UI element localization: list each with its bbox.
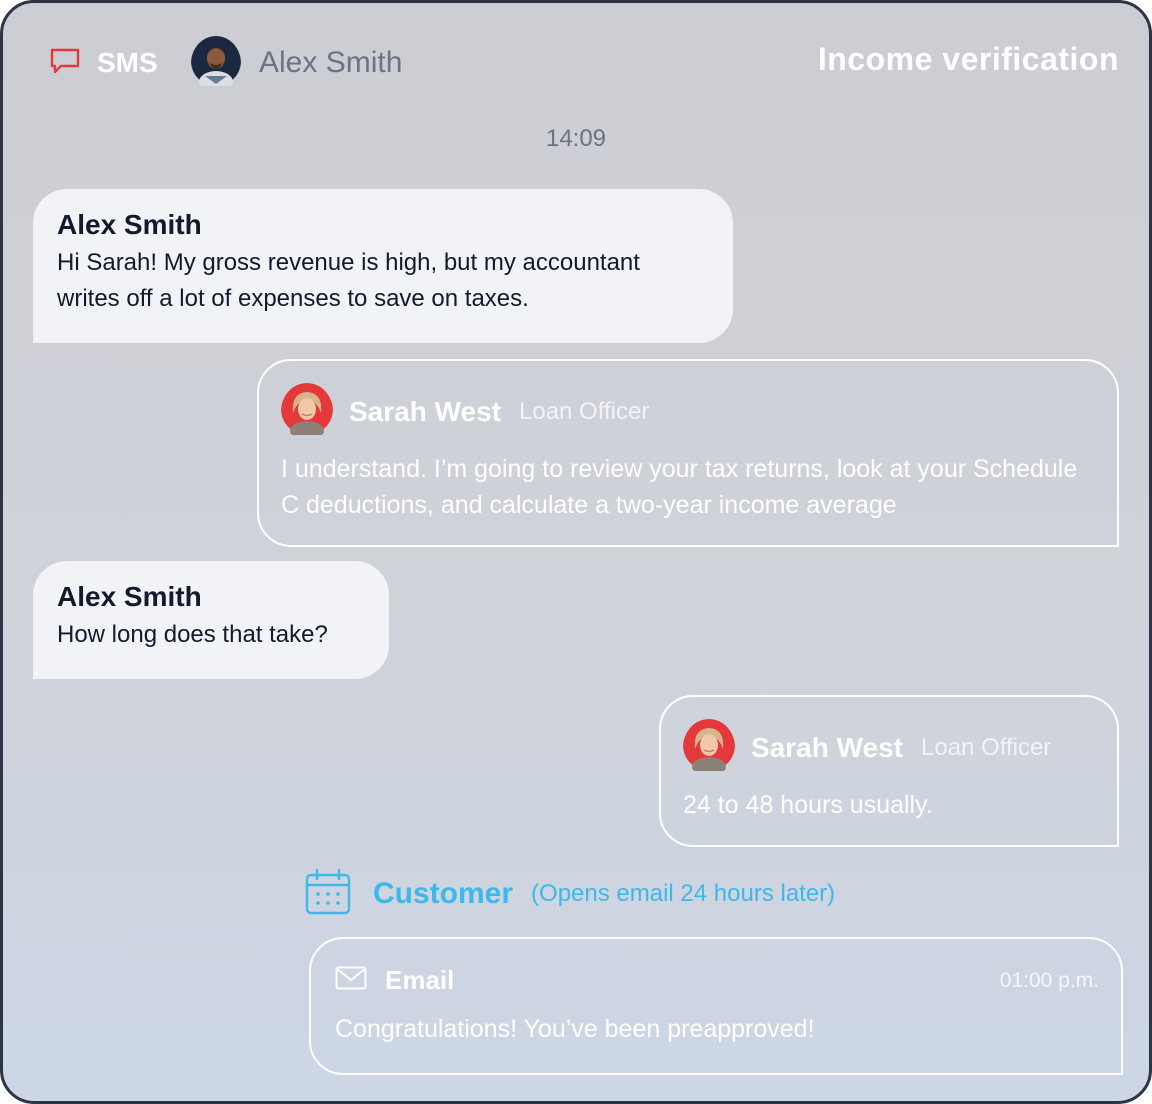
email-message-card[interactable]: Email 01:00 p.m. Congratulations! You’ve… xyxy=(309,937,1123,1075)
chat-bubble-icon xyxy=(49,47,81,80)
email-text: Congratulations! You’ve been preapproved… xyxy=(335,1015,815,1043)
channel-indicator: SMS xyxy=(49,43,158,83)
event-actor: Customer xyxy=(373,877,514,910)
avatar xyxy=(683,719,735,776)
incoming-message: Alex Smith How long does that take? xyxy=(33,561,389,679)
envelope-icon xyxy=(335,966,367,995)
contact-name: Alex Smith xyxy=(259,46,403,79)
calendar-icon xyxy=(305,868,351,921)
email-header: Email xyxy=(335,965,454,996)
sender-role: Loan Officer xyxy=(921,733,1052,761)
message-text: Hi Sarah! My gross revenue is high, but … xyxy=(57,249,640,312)
message-header: Sarah West Loan Officer xyxy=(683,719,1051,776)
message-text: 24 to 48 hours usually. xyxy=(683,791,933,819)
event-note: (Opens email 24 hours later) xyxy=(531,880,836,907)
incoming-message: Alex Smith Hi Sarah! My gross revenue is… xyxy=(33,189,733,343)
conversation-card: SMS Alex Smith Income verification 14:09… xyxy=(0,0,1152,1104)
outgoing-message: Sarah West Loan Officer I understand. I’… xyxy=(257,359,1119,547)
message-timestamp: 14:09 xyxy=(545,125,607,152)
message-text: I understand. I’m going to review your t… xyxy=(281,455,1078,519)
sender-role: Loan Officer xyxy=(519,397,650,425)
avatar xyxy=(191,35,241,91)
outgoing-message: Sarah West Loan Officer 24 to 48 hours u… xyxy=(659,695,1119,847)
contact-header[interactable]: Alex Smith xyxy=(191,35,403,91)
email-time: 01:00 p.m. xyxy=(999,969,1099,992)
message-sender: Sarah West xyxy=(751,731,903,763)
message-header: Sarah West Loan Officer xyxy=(281,383,649,440)
message-sender: Sarah West xyxy=(349,395,501,427)
message-text: How long does that take? xyxy=(57,621,328,648)
timeline-event: Customer (Opens email 24 hours later) xyxy=(305,868,836,921)
message-sender: Alex Smith xyxy=(57,581,202,612)
page-title: Income verification xyxy=(817,41,1119,77)
message-sender: Alex Smith xyxy=(57,209,202,240)
channel-label: SMS xyxy=(97,47,158,78)
email-label: Email xyxy=(385,965,455,995)
avatar xyxy=(281,383,333,440)
